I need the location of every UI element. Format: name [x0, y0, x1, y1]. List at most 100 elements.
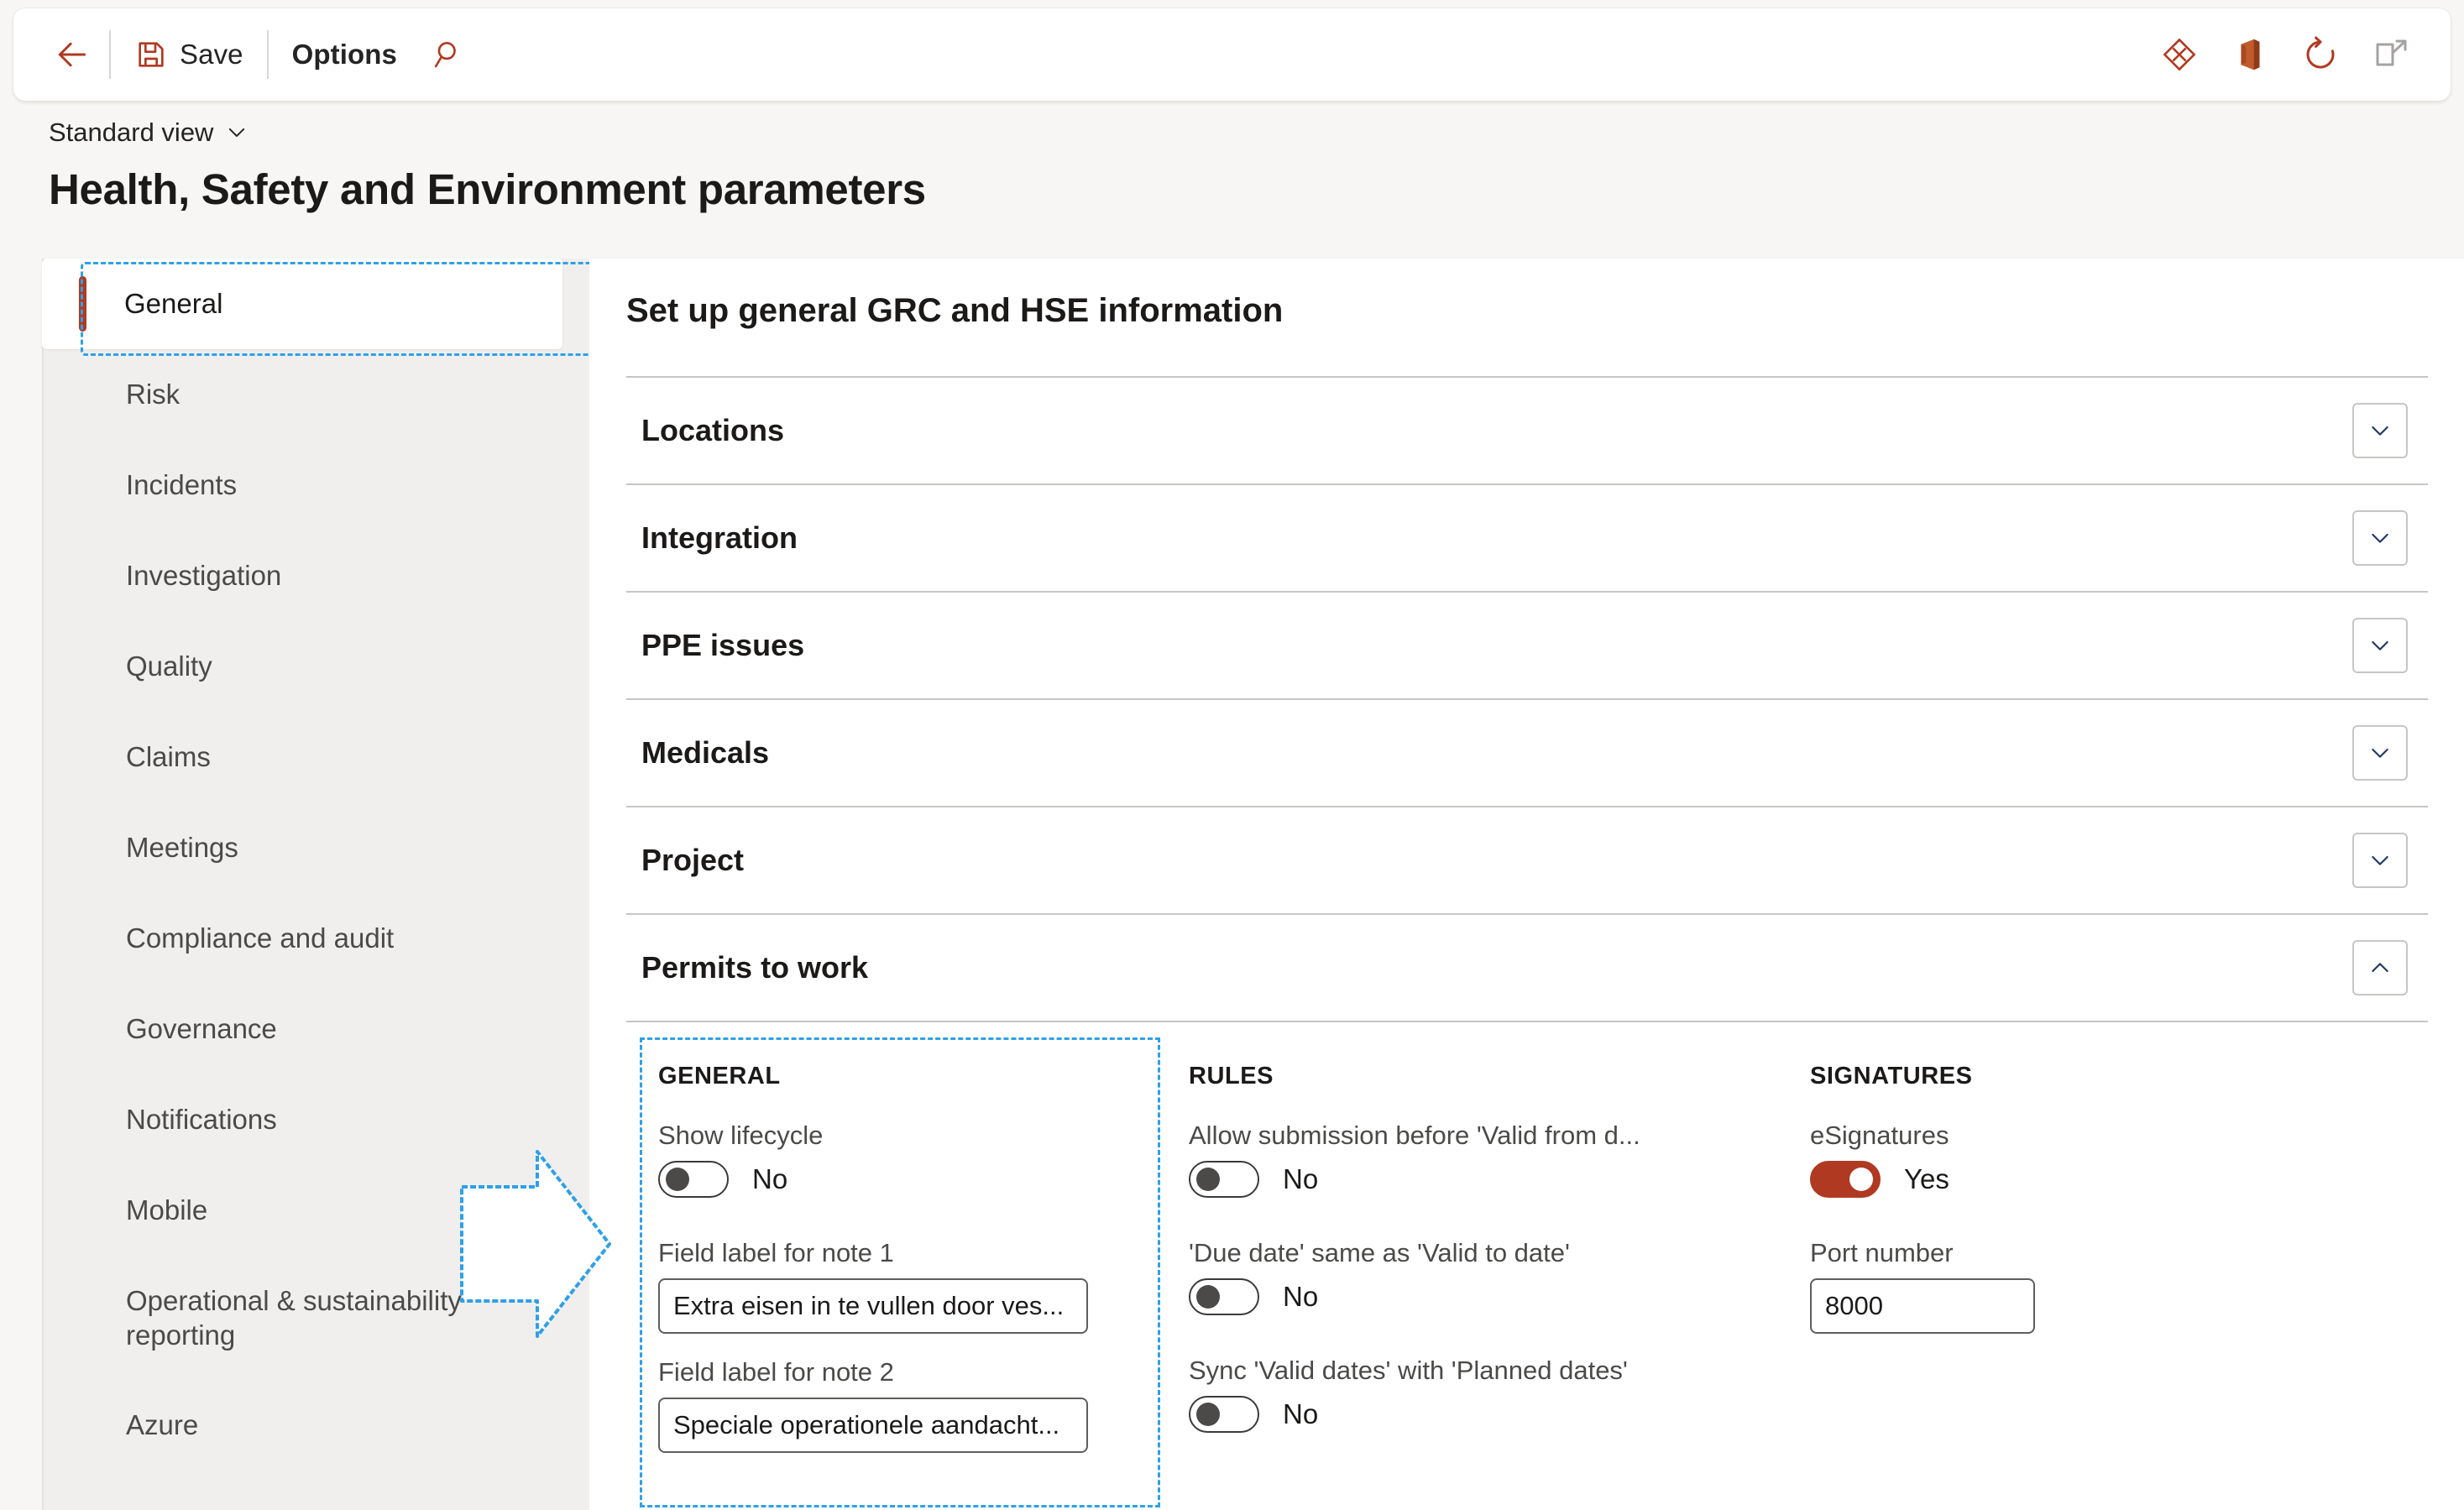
sync-valid-dates-label: Sync 'Valid dates' with 'Planned dates' [1189, 1356, 1628, 1385]
chevron-down-icon [2372, 855, 2388, 865]
chevron-down-icon [2372, 426, 2388, 436]
sidebar-item-quality[interactable]: Quality [44, 621, 589, 712]
permits-signatures-heading: SIGNATURES [1810, 1063, 1973, 1089]
sidebar-item-meetings[interactable]: Meetings [44, 802, 589, 893]
note1-input[interactable] [658, 1278, 1088, 1334]
allow-submission-row: No [1189, 1161, 1758, 1198]
section-title: Integration [641, 520, 798, 555]
settings-sidebar: General Risk Incidents Investigation Qua… [42, 259, 608, 1510]
sidebar-item-compliance-and-audit[interactable]: Compliance and audit [44, 893, 589, 984]
esignatures-label: eSignatures [1810, 1121, 1949, 1150]
sidebar-item-governance[interactable]: Governance [44, 984, 589, 1074]
sidebar-item-risk[interactable]: Risk [44, 349, 589, 440]
permits-general-column: GENERAL Show lifecycle No Field label fo… [633, 1031, 1160, 1507]
view-selector-label: Standard view [49, 118, 214, 147]
search-button[interactable] [414, 24, 483, 85]
office-button[interactable] [2219, 24, 2281, 86]
sidebar-item-label: Notifications [126, 1104, 277, 1136]
section-header-project[interactable]: Project [626, 806, 2428, 913]
save-label: Save [180, 39, 243, 70]
note2-input[interactable] [658, 1398, 1088, 1453]
view-selector[interactable]: Standard view [49, 118, 248, 148]
open-in-new-window-icon [2376, 39, 2407, 66]
refresh-button[interactable] [2289, 24, 2352, 86]
section-header-medicals[interactable]: Medicals [626, 698, 2428, 806]
show-lifecycle-value: No [752, 1163, 788, 1194]
show-lifecycle-row: No [658, 1161, 1137, 1198]
sidebar-item-investigation[interactable]: Investigation [44, 530, 589, 621]
floppy-disk-icon [139, 42, 164, 67]
due-date-same-toggle[interactable] [1189, 1278, 1259, 1315]
main-panel: Set up general GRC and HSE information L… [589, 259, 2464, 1510]
section-title: Permits to work [641, 950, 869, 985]
options-label: Options [291, 39, 397, 70]
allow-submission-label: Allow submission before 'Valid from d... [1189, 1121, 1640, 1150]
sidebar-item-mobile[interactable]: Mobile [44, 1165, 589, 1256]
sidebar-item-label: Incidents [126, 469, 238, 501]
expand-ppe-issues-button[interactable] [2352, 618, 2408, 673]
sidebar-item-label: Governance [126, 1013, 277, 1045]
collapse-permits-to-work-button[interactable] [2352, 940, 2408, 995]
expand-medicals-button[interactable] [2352, 725, 2408, 781]
sidebar-item-label: Operational & sustainability reporting [126, 1284, 462, 1351]
toolbar-divider [109, 30, 111, 79]
port-number-input[interactable] [1810, 1278, 2035, 1334]
expand-project-button[interactable] [2352, 833, 2408, 888]
note2-label: Field label for note 2 [658, 1357, 894, 1387]
esignatures-value: Yes [1904, 1163, 1949, 1194]
back-button[interactable] [42, 24, 102, 85]
chevron-down-icon [229, 128, 245, 138]
chevron-down-icon [2372, 533, 2388, 543]
section-header-ppe-issues[interactable]: PPE issues [626, 591, 2428, 698]
sidebar-item-azure[interactable]: Azure [44, 1380, 589, 1471]
allow-submission-toggle[interactable] [1189, 1161, 1259, 1198]
permits-general-heading: GENERAL [658, 1063, 781, 1089]
toggle-knob [1196, 1285, 1220, 1309]
office-logo-icon [2241, 39, 2260, 71]
section-header-integration[interactable]: Integration [626, 483, 2428, 591]
esignatures-toggle[interactable] [1810, 1161, 1881, 1198]
chevron-down-icon [2372, 640, 2388, 651]
sidebar-item-label: Investigation [126, 560, 282, 592]
command-bar-right-group [2148, 8, 2422, 101]
section-title: Medicals [641, 735, 770, 770]
save-button[interactable]: Save [118, 24, 260, 85]
permits-rules-column: RULES Allow submission before 'Valid fro… [1137, 1031, 1758, 1476]
sidebar-item-claims[interactable]: Claims [44, 712, 589, 802]
sidebar-item-general[interactable]: General [42, 259, 562, 349]
popout-button[interactable] [2360, 24, 2422, 86]
permits-rules-heading: RULES [1189, 1063, 1274, 1089]
toggle-knob [1196, 1168, 1220, 1191]
sidebar-item-notifications[interactable]: Notifications [44, 1074, 589, 1165]
refresh-icon [2306, 36, 2335, 69]
permits-signatures-column: SIGNATURES eSignatures Yes Port number [1758, 1031, 2312, 1476]
due-date-same-row: No [1189, 1278, 1758, 1315]
show-lifecycle-toggle[interactable] [658, 1161, 729, 1198]
section-header-locations[interactable]: Locations [626, 376, 2428, 483]
page-title: Health, Safety and Environment parameter… [49, 165, 926, 213]
personalize-button[interactable] [2148, 24, 2210, 86]
expand-integration-button[interactable] [2352, 510, 2408, 566]
section-title: Project [641, 843, 745, 877]
sidebar-item-label: General [124, 288, 223, 320]
sync-valid-dates-value: No [1283, 1398, 1319, 1429]
sidebar-item-operational-sustainability-reporting[interactable]: Operational & sustainability reporting [44, 1256, 589, 1380]
toggle-knob [1196, 1403, 1220, 1426]
section-title: Locations [641, 413, 785, 447]
show-lifecycle-label: Show lifecycle [658, 1121, 824, 1150]
sidebar-item-label: Compliance and audit [126, 922, 395, 954]
main-heading: Set up general GRC and HSE information [626, 292, 1284, 329]
due-date-same-value: No [1283, 1281, 1319, 1312]
section-list: Locations Integration PPE issues Medical… [626, 376, 2428, 1507]
expand-locations-button[interactable] [2352, 403, 2408, 458]
sync-valid-dates-row: No [1189, 1396, 1758, 1433]
sidebar-item-label: Azure [126, 1409, 199, 1441]
chevron-up-icon [2372, 963, 2388, 973]
options-button[interactable]: Options [275, 24, 414, 85]
chevron-down-icon [2372, 748, 2388, 758]
sidebar-item-incidents[interactable]: Incidents [44, 440, 589, 530]
search-icon [434, 42, 456, 68]
section-header-permits-to-work[interactable]: Permits to work [626, 913, 2428, 1021]
toolbar-divider [266, 30, 269, 79]
sync-valid-dates-toggle[interactable] [1189, 1396, 1259, 1433]
